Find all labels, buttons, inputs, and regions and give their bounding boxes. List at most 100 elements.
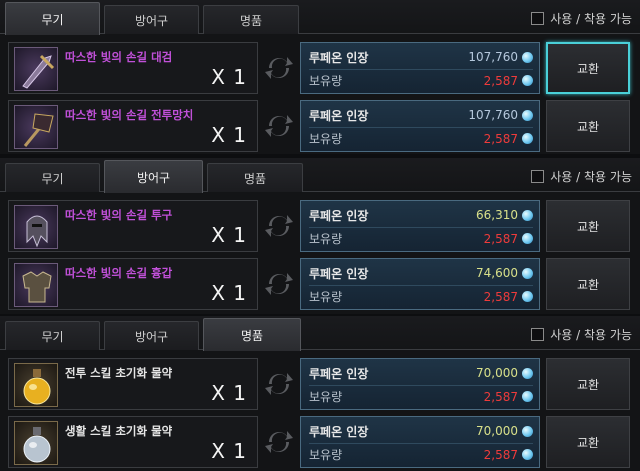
gem-icon [522, 391, 533, 402]
tab-armor[interactable]: 방어구 [104, 5, 199, 34]
owned-value: 2,587 [483, 131, 518, 146]
silver-potion-icon [14, 421, 58, 465]
exchange-row: 따스한 빛의 손길 흉갑 X 1 루페온 인장 74,600 보유량 2,587… [0, 258, 640, 314]
owned-label: 보유량 [309, 232, 343, 246]
item-quantity: X 1 [211, 281, 247, 305]
item-quantity: X 1 [211, 223, 247, 247]
item-slot: 따스한 빛의 손길 투구 X 1 [8, 200, 258, 252]
owned-label: 보유량 [309, 74, 343, 88]
cost-value: 70,000 [476, 366, 518, 380]
owned-value: 2,587 [483, 231, 518, 246]
item-quantity: X 1 [211, 123, 247, 147]
item-quantity: X 1 [211, 65, 247, 89]
exchange-arrows-icon [265, 273, 293, 295]
cost-value: 74,600 [476, 266, 518, 280]
exchange-arrows-icon [265, 215, 293, 237]
tab-bar: 무기 방어구 명품 사용 / 착용 가능 [0, 316, 640, 351]
exchange-button[interactable]: 교환 [546, 42, 630, 94]
currency-label: 루페온 인장 [309, 50, 369, 65]
item-slot: 따스한 빛의 손길 흉갑 X 1 [8, 258, 258, 310]
item-quantity: X 1 [211, 381, 247, 405]
gem-icon [522, 233, 533, 244]
tab-bar: 무기 방어구 명품 사용 / 착용 가능 [0, 158, 640, 193]
tab-weapon[interactable]: 무기 [5, 321, 100, 350]
item-slot: 따스한 빛의 손길 전투망치 X 1 [8, 100, 258, 152]
exchange-button[interactable]: 교환 [546, 200, 630, 252]
usable-filter[interactable]: 사용 / 착용 가능 [531, 326, 632, 343]
greatsword-icon [14, 47, 58, 91]
helmet-icon [14, 205, 58, 249]
gem-icon [522, 367, 533, 379]
exchange-arrows-icon [265, 373, 293, 395]
yellow-potion-icon [14, 363, 58, 407]
item-slot: 전투 스킬 초기화 물약 X 1 [8, 358, 258, 410]
tab-weapon[interactable]: 무기 [5, 2, 100, 35]
exchange-button[interactable]: 교환 [546, 258, 630, 310]
exchange-button[interactable]: 교환 [546, 416, 630, 468]
exchange-panel-premium: 무기 방어구 명품 사용 / 착용 가능 전투 스킬 초기화 물약 X 1 루페… [0, 316, 640, 471]
currency-label: 루페온 인장 [309, 208, 369, 223]
cost-panel: 루페온 인장 70,000 보유량 2,587 [300, 416, 540, 468]
exchange-arrows-icon [265, 57, 293, 79]
item-name: 따스한 빛의 손길 흉갑 [65, 266, 173, 280]
currency-label: 루페온 인장 [309, 266, 369, 281]
cost-value: 70,000 [476, 424, 518, 438]
item-slot: 따스한 빛의 손길 대검 X 1 [8, 42, 258, 94]
usable-filter[interactable]: 사용 / 착용 가능 [531, 168, 632, 185]
owned-value: 2,587 [483, 447, 518, 462]
tab-weapon[interactable]: 무기 [5, 163, 100, 192]
cost-panel: 루페온 인장 74,600 보유량 2,587 [300, 258, 540, 310]
item-name: 따스한 빛의 손길 전투망치 [65, 108, 194, 122]
tab-premium[interactable]: 명품 [207, 163, 303, 192]
tab-armor[interactable]: 방어구 [104, 321, 199, 350]
exchange-row: 따스한 빛의 손길 전투망치 X 1 루페온 인장 107,760 보유량 2,… [0, 100, 640, 156]
gem-icon [522, 209, 533, 221]
tab-bar: 무기 방어구 명품 사용 / 착용 가능 [0, 0, 640, 35]
cost-value: 66,310 [476, 208, 518, 222]
tab-armor[interactable]: 방어구 [104, 160, 203, 193]
usable-checkbox[interactable] [531, 170, 545, 183]
tab-premium[interactable]: 명품 [203, 318, 301, 351]
item-slot: 생활 스킬 초기화 물약 X 1 [8, 416, 258, 468]
owned-value: 2,587 [483, 389, 518, 404]
usable-checkbox[interactable] [531, 328, 545, 341]
currency-label: 루페온 인장 [309, 108, 369, 123]
usable-filter-label: 사용 / 착용 가능 [550, 170, 632, 184]
gem-icon [522, 425, 533, 437]
gem-icon [522, 109, 533, 121]
exchange-row: 따스한 빛의 손길 대검 X 1 루페온 인장 107,760 보유량 2,58… [0, 42, 640, 98]
cost-panel: 루페온 인장 107,760 보유량 2,587 [300, 42, 540, 94]
tab-premium[interactable]: 명품 [203, 5, 299, 34]
exchange-panel-armor: 무기 방어구 명품 사용 / 착용 가능 따스한 빛의 손길 투구 X 1 루페… [0, 158, 640, 314]
warhammer-icon [14, 105, 58, 149]
owned-label: 보유량 [309, 390, 343, 404]
cost-panel: 루페온 인장 66,310 보유량 2,587 [300, 200, 540, 252]
exchange-button[interactable]: 교환 [546, 100, 630, 152]
gem-icon [522, 133, 533, 144]
item-name: 생활 스킬 초기화 물약 [65, 424, 173, 438]
usable-filter[interactable]: 사용 / 착용 가능 [531, 10, 632, 27]
gem-icon [522, 449, 533, 460]
gem-icon [522, 291, 533, 302]
exchange-arrows-icon [265, 115, 293, 137]
item-name: 따스한 빛의 손길 투구 [65, 208, 173, 222]
cost-value: 107,760 [468, 108, 518, 122]
owned-label: 보유량 [309, 448, 343, 462]
usable-checkbox[interactable] [531, 12, 545, 25]
exchange-row: 따스한 빛의 손길 투구 X 1 루페온 인장 66,310 보유량 2,587… [0, 200, 640, 256]
currency-label: 루페온 인장 [309, 366, 369, 381]
exchange-button[interactable]: 교환 [546, 358, 630, 410]
currency-label: 루페온 인장 [309, 424, 369, 439]
owned-value: 2,587 [483, 73, 518, 88]
chestplate-icon [14, 263, 58, 307]
gem-icon [522, 51, 533, 63]
cost-panel: 루페온 인장 70,000 보유량 2,587 [300, 358, 540, 410]
owned-label: 보유량 [309, 132, 343, 146]
exchange-row: 전투 스킬 초기화 물약 X 1 루페온 인장 70,000 보유량 2,587… [0, 358, 640, 414]
gem-icon [522, 75, 533, 86]
owned-label: 보유량 [309, 290, 343, 304]
cost-panel: 루페온 인장 107,760 보유량 2,587 [300, 100, 540, 152]
exchange-arrows-icon [265, 431, 293, 453]
gem-icon [522, 267, 533, 279]
usable-filter-label: 사용 / 착용 가능 [550, 328, 632, 342]
